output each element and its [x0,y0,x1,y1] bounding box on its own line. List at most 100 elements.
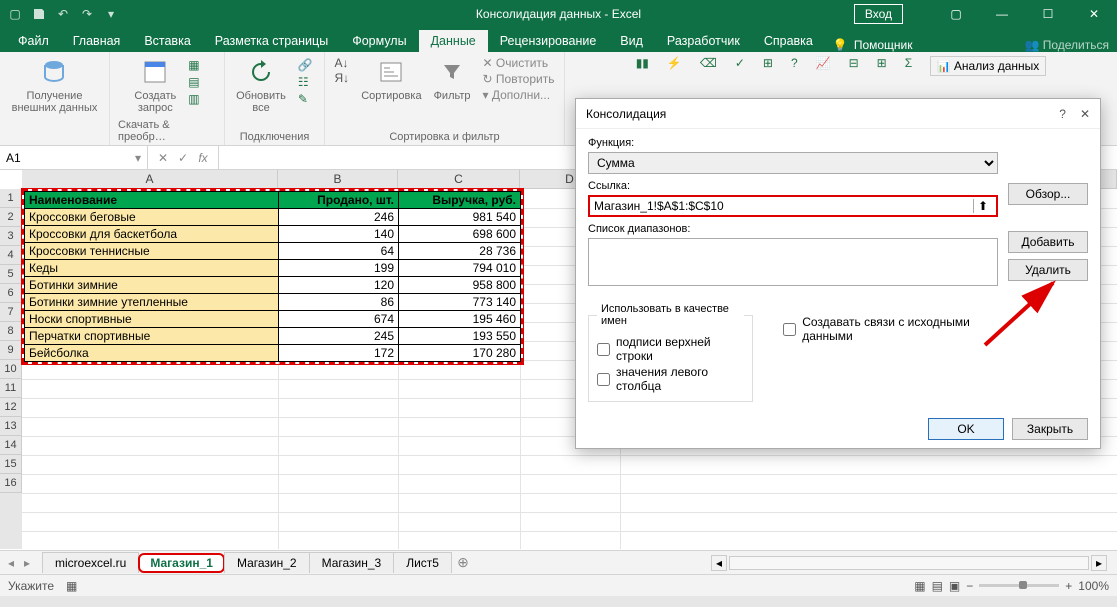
hscroll-left-icon[interactable]: ◂ [711,555,727,571]
hscroll-right-icon[interactable]: ▸ [1091,555,1107,571]
top-row-checkbox[interactable] [597,343,610,356]
function-select[interactable]: Сумма [588,152,998,174]
filter-button[interactable]: Фильтр [434,56,471,102]
dialog-help-icon[interactable]: ? [1059,107,1066,121]
minimize-button[interactable]: — [979,0,1025,28]
tell-me[interactable]: 💡Помощник [833,38,913,52]
tab-home[interactable]: Главная [61,30,133,52]
tab-layout[interactable]: Разметка страницы [203,30,340,52]
row-header[interactable]: 10 [0,360,22,379]
row-header[interactable]: 6 [0,284,22,303]
recent-sources-icon[interactable]: ▥ [188,92,199,106]
tab-view[interactable]: Вид [608,30,655,52]
add-button[interactable]: Добавить [1008,231,1088,253]
name-box[interactable]: ▾ [0,146,148,169]
row-header[interactable]: 4 [0,246,22,265]
create-links-checkbox[interactable] [783,323,796,336]
row-header[interactable]: 13 [0,417,22,436]
refresh-all-button[interactable]: Обновить все [236,56,286,114]
data-analysis-button[interactable]: 📊 Анализ данных [930,56,1046,76]
sort-asc-icon[interactable]: A↓ [335,56,350,70]
row-header[interactable]: 14 [0,436,22,455]
ribbon-display-icon[interactable]: ▢ [933,0,979,28]
sort-desc-icon[interactable]: Я↓ [335,71,350,85]
tab-help[interactable]: Справка [752,30,825,52]
forecast-icon[interactable]: 📈 [816,56,831,70]
zoom-out-icon[interactable]: − [966,579,973,593]
undo-icon[interactable]: ↶ [52,3,74,25]
what-if-icon[interactable]: ? [791,56,798,70]
view-layout-icon[interactable]: ▤ [932,579,943,593]
login-button[interactable]: Вход [854,4,903,24]
row-header[interactable]: 2 [0,208,22,227]
clear-filter-button[interactable]: ✕ Очистить [483,56,555,70]
connections-icon[interactable]: 🔗 [298,58,313,72]
group-icon[interactable]: ⊟ [849,56,859,70]
sheet-nav-prev-icon[interactable]: ▸ [20,556,34,570]
ok-button[interactable]: OK [928,418,1004,440]
macro-record-icon[interactable]: ▦ [66,579,77,593]
view-normal-icon[interactable]: ▦ [914,579,925,593]
enter-icon[interactable]: ✓ [174,151,192,165]
row-header[interactable]: 8 [0,322,22,341]
cancel-icon[interactable]: ✕ [154,151,172,165]
left-col-checkbox[interactable] [597,373,610,386]
delete-button[interactable]: Удалить [1008,259,1088,281]
sort-button[interactable]: Сортировка [361,56,421,102]
tab-review[interactable]: Рецензирование [488,30,609,52]
tab-data[interactable]: Данные [419,30,488,52]
share-button[interactable]: 👥 Поделиться [1024,38,1109,52]
row-header[interactable]: 11 [0,379,22,398]
close-button[interactable]: ✕ [1071,0,1117,28]
row-header[interactable]: 5 [0,265,22,284]
text-to-columns-icon[interactable]: ▮▮ [636,56,649,70]
dialog-close-icon[interactable]: ✕ [1080,107,1090,121]
tab-insert[interactable]: Вставка [132,30,202,52]
collapse-dialog-icon[interactable]: ⬆ [973,199,992,213]
reapply-button[interactable]: ↻ Повторить [483,72,555,86]
autosave-icon[interactable]: ▢ [4,3,26,25]
tab-developer[interactable]: Разработчик [655,30,752,52]
new-query-button[interactable]: Создать запрос [134,56,176,114]
zoom-slider[interactable] [979,584,1059,587]
new-sheet-button[interactable]: ⊕ [451,554,475,571]
from-table-icon[interactable]: ▤ [188,75,199,89]
close-dialog-button[interactable]: Закрыть [1012,418,1088,440]
get-external-data-button[interactable]: Получение внешних данных [12,56,98,114]
consolidate-icon[interactable]: ⊞ [763,56,773,70]
subtotal-icon[interactable]: Σ [905,56,912,70]
remove-duplicates-icon[interactable]: ⌫ [700,56,717,70]
sheet-nav-first-icon[interactable]: ◂ [4,556,18,570]
column-header[interactable]: C [398,170,520,188]
advanced-button[interactable]: ▾ Дополни... [483,88,555,102]
browse-button[interactable]: Обзор... [1008,183,1088,205]
sheet-tab[interactable]: Лист5 [393,552,452,573]
flash-fill-icon[interactable]: ⚡ [667,56,682,70]
zoom-in-icon[interactable]: + [1065,579,1072,593]
zoom-level[interactable]: 100% [1078,579,1109,593]
row-header[interactable]: 15 [0,455,22,474]
redo-icon[interactable]: ↷ [76,3,98,25]
view-break-icon[interactable]: ▣ [949,579,960,593]
ungroup-icon[interactable]: ⊞ [877,56,887,70]
row-header[interactable]: 9 [0,341,22,360]
sheet-tab[interactable]: Магазин_2 [224,552,310,573]
row-header[interactable]: 3 [0,227,22,246]
qat-more-icon[interactable]: ▾ [100,3,122,25]
ranges-list[interactable] [588,238,998,286]
row-header[interactable]: 1 [0,189,22,208]
properties-icon[interactable]: ☷ [298,75,313,89]
row-header[interactable]: 7 [0,303,22,322]
show-queries-icon[interactable]: ▦ [188,58,199,72]
row-header[interactable]: 12 [0,398,22,417]
tab-formulas[interactable]: Формулы [340,30,418,52]
maximize-button[interactable]: ☐ [1025,0,1071,28]
fx-icon[interactable]: fx [194,151,212,165]
reference-input[interactable] [594,199,973,213]
save-icon[interactable] [28,3,50,25]
sheet-tab[interactable]: microexcel.ru [42,552,139,573]
tab-file[interactable]: Файл [6,30,61,52]
column-header[interactable]: B [278,170,398,188]
row-header[interactable]: 16 [0,474,22,493]
hscrollbar[interactable] [729,556,1089,570]
